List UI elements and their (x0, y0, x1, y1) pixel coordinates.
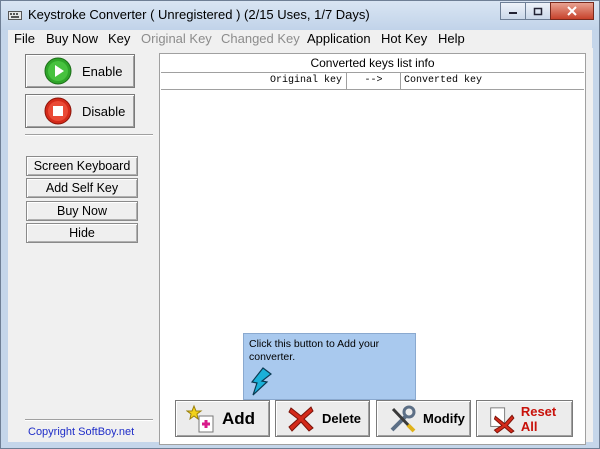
stop-icon (44, 97, 72, 125)
menu-original-key[interactable]: Original Key (141, 31, 212, 46)
buy-now-button[interactable]: Buy Now (26, 201, 138, 221)
enable-label: Enable (82, 63, 123, 79)
play-icon (44, 57, 72, 85)
add-star-icon (186, 404, 214, 432)
delete-label: Delete (322, 411, 362, 426)
menu-hot-key[interactable]: Hot Key (381, 31, 427, 46)
title-bar[interactable]: Keystroke Converter ( Unregistered ) (2/… (1, 1, 599, 30)
modify-label: Modify (423, 411, 465, 426)
client-area: Enable Disable Screen Keyboard Add Self … (8, 48, 593, 445)
menu-file[interactable]: File (14, 31, 35, 46)
modify-button[interactable]: Modify (376, 400, 471, 437)
menu-bar: File Buy Now Key Original Key Changed Ke… (8, 30, 592, 48)
pointer-arrow-icon (250, 367, 272, 396)
tools-icon (390, 405, 416, 432)
disable-label: Disable (82, 103, 126, 119)
reset-all-button[interactable]: Reset All (476, 400, 573, 437)
copyright-text: Copyright SoftBoy.net (28, 426, 135, 438)
delete-button[interactable]: Delete (275, 400, 370, 437)
disable-button[interactable]: Disable (25, 94, 135, 128)
maximize-icon (533, 7, 543, 15)
maximize-button[interactable] (525, 2, 551, 20)
column-original-key[interactable]: Original key (161, 73, 347, 89)
list-header: Original key --> Converted key (161, 72, 584, 90)
menu-application[interactable]: Application (307, 31, 371, 46)
add-hint-tooltip: Click this button to Add your converter. (243, 333, 416, 400)
enable-button[interactable]: Enable (25, 54, 135, 88)
minimize-button[interactable] (500, 2, 526, 20)
window-title: Keystroke Converter ( Unregistered ) (2/… (28, 7, 370, 22)
left-separator (25, 134, 153, 136)
screen-keyboard-button[interactable]: Screen Keyboard (26, 156, 138, 176)
menu-key[interactable]: Key (108, 31, 130, 46)
close-icon (567, 6, 577, 16)
list-title: Converted keys list info (310, 56, 435, 70)
menu-buy-now[interactable]: Buy Now (46, 31, 98, 46)
menu-help[interactable]: Help (438, 31, 465, 46)
bottom-left-separator (25, 419, 153, 421)
keyboard-app-icon (8, 11, 22, 20)
column-arrow[interactable]: --> (347, 73, 401, 89)
column-converted-key[interactable]: Converted key (401, 73, 584, 89)
minimize-icon (509, 12, 517, 14)
reset-all-label: Reset All (520, 403, 557, 434)
hide-button[interactable]: Hide (26, 223, 138, 243)
add-self-key-button[interactable]: Add Self Key (26, 178, 138, 198)
app-window: Keystroke Converter ( Unregistered ) (2/… (0, 0, 600, 449)
add-label: Add (222, 408, 256, 428)
menu-changed-key[interactable]: Changed Key (221, 31, 300, 46)
close-button[interactable] (550, 2, 594, 20)
reset-icon (490, 406, 515, 434)
add-button[interactable]: Add (175, 400, 270, 437)
tooltip-text: Click this button to Add your converter. (249, 338, 380, 363)
delete-x-icon (288, 405, 314, 432)
